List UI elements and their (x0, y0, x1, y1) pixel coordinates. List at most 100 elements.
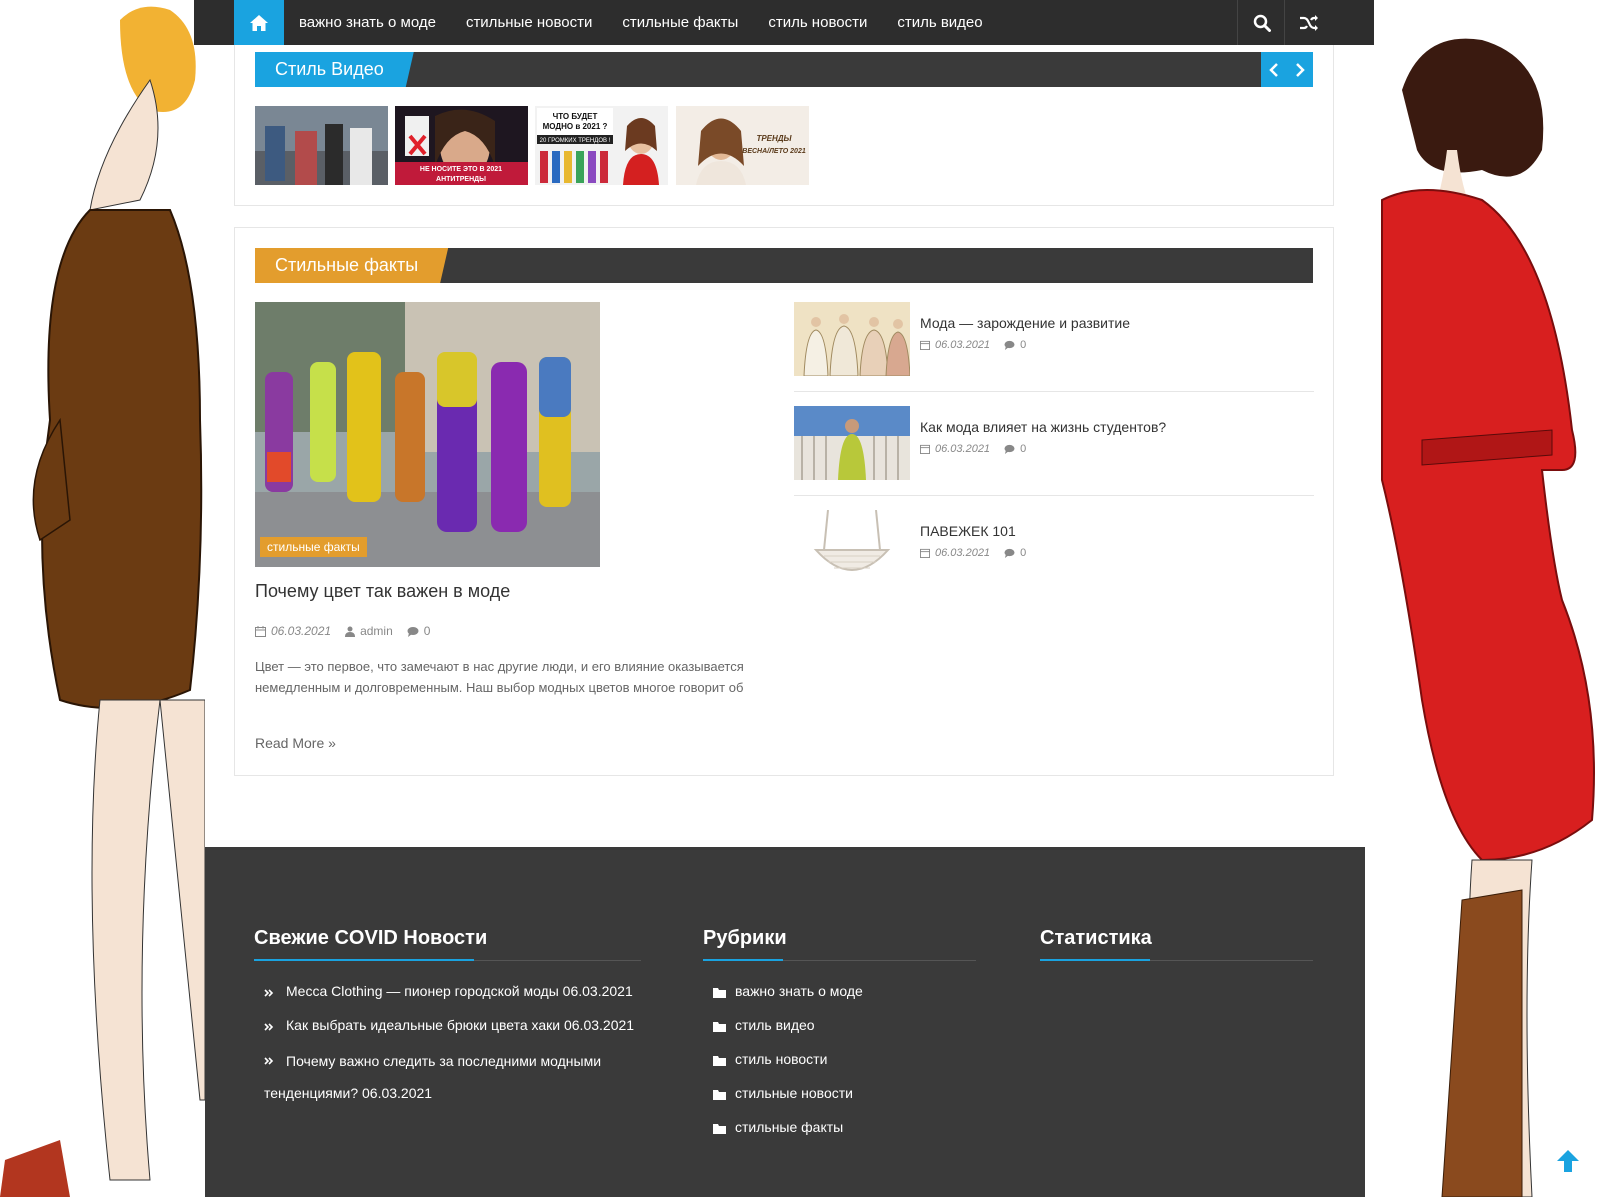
video-thumb-text: 20 ГРОМКИХ ТРЕНДОВ ! (540, 138, 611, 144)
side-post-divider (794, 495, 1314, 496)
rubric-link[interactable]: стиль новости (735, 1043, 827, 1075)
stats-title: Статистика (1040, 927, 1152, 949)
rubric-link[interactable]: важно знать о моде (735, 975, 863, 1007)
featured-post-image[interactable]: стильные факты (255, 302, 600, 567)
covid-news-item: Как выбрать идеальные брюки цвета хаки 0… (264, 1009, 641, 1043)
video-prev-button[interactable] (1261, 52, 1287, 87)
home-icon (250, 14, 268, 31)
search-icon (1253, 14, 1271, 32)
side-post-date[interactable]: 06.03.2021 (935, 547, 990, 559)
category-badge[interactable]: стильные факты (260, 537, 367, 557)
side-post-comments[interactable]: 0 (1020, 339, 1026, 351)
side-post-title[interactable]: Как мода влияет на жизнь студентов? (920, 419, 1166, 435)
widget-underline (1040, 959, 1313, 961)
rubric-item: стильные новости (713, 1077, 976, 1111)
search-button[interactable] (1237, 0, 1285, 45)
back-to-top-button[interactable] (1555, 1148, 1581, 1174)
covid-news-link[interactable]: Mecca Clothing — пионер городской моды 0… (286, 975, 633, 1007)
folder-icon (713, 988, 726, 998)
rubric-item: стиль новости (713, 1043, 976, 1077)
covid-news-link[interactable]: Как выбрать идеальные брюки цвета хаки 0… (286, 1009, 634, 1041)
folder-icon (713, 1056, 726, 1066)
calendar-icon (920, 444, 930, 454)
comment-icon (1004, 444, 1015, 454)
facts-section-header: Стильные факты (255, 248, 1313, 283)
side-post-comments[interactable]: 0 (1020, 547, 1026, 559)
widget-underline (703, 959, 976, 961)
nav-item-stilnye-fakty[interactable]: стильные факты (607, 0, 753, 45)
comment-icon (1004, 340, 1015, 350)
side-post-meta: 06.03.2021 0 (920, 339, 1026, 351)
video-thumb-text: НЕ НОСИТЕ ЭТО В 2021 (420, 166, 502, 173)
folder-icon (713, 1124, 726, 1134)
covid-news-item: Почему важно следить за последними модны… (264, 1043, 641, 1109)
side-post-date[interactable]: 06.03.2021 (935, 339, 990, 351)
nav-item-vazhno[interactable]: важно знать о моде (284, 0, 451, 45)
side-post-thumbnail[interactable] (794, 302, 910, 376)
left-fashion-illustration (0, 0, 205, 1197)
facts-section-title: Стильные факты (255, 248, 448, 283)
nav-item-stil-video[interactable]: стиль видео (882, 0, 997, 45)
featured-post-excerpt: Цвет — это первое, что замечают в нас др… (255, 659, 744, 695)
featured-post-title[interactable]: Почему цвет так важен в моде (255, 581, 510, 602)
double-chevron-right-icon (264, 989, 274, 997)
video-thumbnail[interactable] (255, 106, 388, 185)
video-thumbnail[interactable]: ЧТО БУДЕТ МОДНО в 2021 ? 20 ГРОМКИХ ТРЕН… (535, 106, 668, 185)
side-post-thumbnail[interactable] (794, 510, 910, 584)
side-post-date[interactable]: 06.03.2021 (935, 443, 990, 455)
rubrics-widget: Рубрики важно знать о моде стиль видео с… (703, 927, 976, 1145)
user-icon (345, 626, 356, 637)
chevron-right-icon (1296, 62, 1305, 77)
video-next-button[interactable] (1287, 52, 1313, 87)
covid-news-link[interactable]: Почему важно следить за последними модны… (264, 1053, 601, 1101)
side-post-meta: 06.03.2021 0 (920, 547, 1026, 559)
video-thumbnail[interactable]: ТРЕНДЫ ВЕСНА/ЛЕТО 2021 (676, 106, 809, 185)
calendar-icon (920, 340, 930, 350)
post-date[interactable]: 06.03.2021 (271, 624, 331, 638)
video-section-title: Стиль Видео (255, 52, 414, 87)
nav-item-stil-novosti[interactable]: стиль новости (753, 0, 882, 45)
double-chevron-right-icon (264, 1023, 274, 1031)
comment-icon (1004, 548, 1015, 558)
side-post-title[interactable]: Мода — зарождение и развитие (920, 315, 1130, 331)
side-post-title[interactable]: ПАВЕЖЕК 101 (920, 523, 1016, 539)
rubric-item: стиль видео (713, 1009, 976, 1043)
double-chevron-right-icon (264, 1057, 274, 1065)
video-thumb-text: АНТИТРЕНДЫ (436, 176, 486, 183)
covid-news-title: Свежие COVID Новости (254, 927, 488, 949)
side-post-comments[interactable]: 0 (1020, 443, 1026, 455)
chevron-left-icon (1269, 62, 1278, 77)
side-post-meta: 06.03.2021 0 (920, 443, 1026, 455)
nav-item-stilnye-novosti[interactable]: стильные новости (451, 0, 607, 45)
read-more-link[interactable]: Read More » (255, 735, 336, 751)
rubric-link[interactable]: стильные факты (735, 1111, 843, 1143)
post-author[interactable]: admin (360, 624, 393, 638)
rubric-item: важно знать о моде (713, 975, 976, 1009)
side-post-thumbnail[interactable] (794, 406, 910, 480)
footer: Свежие COVID Новости Mecca Clothing — пи… (205, 847, 1365, 1197)
side-post-divider (794, 391, 1314, 392)
folder-icon (713, 1090, 726, 1100)
covid-news-widget: Свежие COVID Новости Mecca Clothing — пи… (254, 927, 641, 1109)
rubrics-title: Рубрики (703, 927, 787, 949)
arrow-up-icon (1557, 1150, 1579, 1172)
video-thumb-text: ТРЕНДЫ (756, 134, 792, 143)
home-button[interactable] (234, 0, 284, 45)
folder-icon (713, 1022, 726, 1032)
comment-icon (407, 626, 419, 637)
stats-widget: Статистика (1040, 927, 1313, 961)
post-comments[interactable]: 0 (424, 624, 431, 638)
video-thumb-text: ЧТО БУДЕТ (553, 112, 598, 121)
video-thumb-text: ВЕСНА/ЛЕТО 2021 (742, 148, 806, 155)
rubric-link[interactable]: стильные новости (735, 1077, 853, 1109)
video-section-header: Стиль Видео (255, 52, 1313, 87)
calendar-icon (920, 548, 930, 558)
shuffle-icon (1299, 14, 1318, 31)
side-post: Как мода влияет на жизнь студентов? 06.0… (794, 406, 1314, 506)
random-post-button[interactable] (1284, 0, 1332, 45)
calendar-icon (255, 625, 266, 637)
top-navigation: важно знать о моде стильные новости стил… (194, 0, 1374, 45)
rubric-link[interactable]: стиль видео (735, 1009, 815, 1041)
right-fashion-illustration (1362, 0, 1606, 1197)
video-thumbnail[interactable]: НЕ НОСИТЕ ЭТО В 2021 АНТИТРЕНДЫ (395, 106, 528, 185)
